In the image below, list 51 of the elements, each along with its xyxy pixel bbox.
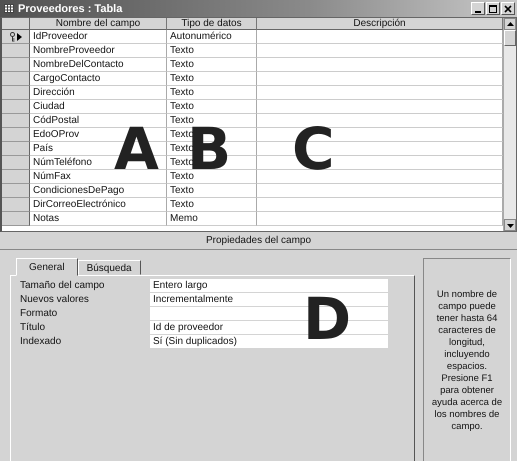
property-label: Tamaño del campo (19, 280, 106, 291)
key-icon (9, 32, 16, 42)
property-label: Indexado (19, 336, 62, 347)
window-title: Proveedores : Tabla (18, 2, 124, 14)
table-cell: Memo (167, 212, 257, 226)
property-label: Nuevos valores (19, 294, 90, 305)
tab[interactable]: General (16, 258, 78, 276)
tab[interactable]: Búsqueda (78, 260, 141, 275)
table-cell: Texto (167, 100, 257, 114)
table-cell: Texto (167, 170, 257, 184)
table-cell: IdProveedor (30, 30, 167, 44)
scroll-thumb[interactable] (504, 30, 516, 46)
help-text: Un nombre de campo puede tener hasta 64 caracteres de longitud, incluyendo espacios. Presione F1 para obtener ayuda acerca de los nombres de campo. (431, 288, 503, 432)
table-cell: NombreDelContacto (30, 58, 167, 72)
table-cell: Dirección (30, 86, 167, 100)
table-cell: DirCorreoElectrónico (30, 198, 167, 212)
table-cell: Texto (167, 114, 257, 128)
scroll-down-icon[interactable] (504, 219, 516, 231)
current-row-icon (17, 32, 22, 40)
table-cell: NúmFax (30, 170, 167, 184)
table-cell: Texto (167, 86, 257, 100)
minimize-icon (475, 10, 481, 12)
maximize-icon (489, 4, 497, 12)
property-label: Formato (19, 308, 58, 319)
property-label: Título (19, 322, 46, 333)
corner-header[interactable] (2, 18, 30, 30)
scroll-up-icon[interactable] (504, 18, 516, 30)
callout-letter: C (292, 120, 335, 178)
minimize-button[interactable] (471, 2, 485, 15)
column-header[interactable]: Tipo de datos (167, 18, 257, 30)
table-cell: Ciudad (30, 100, 167, 114)
table-cell: NombreProveedor (30, 44, 167, 58)
table-cell: Texto (167, 72, 257, 86)
table-cell: CódPostal (30, 114, 167, 128)
table-cell: Autonumérico (167, 30, 257, 44)
table-cell: Texto (167, 58, 257, 72)
close-icon (504, 4, 512, 12)
table-cell: Texto (167, 198, 257, 212)
maximize-button[interactable] (486, 2, 500, 15)
table-cell: CondicionesDePago (30, 184, 167, 198)
close-button[interactable] (501, 2, 515, 15)
scrollbar[interactable] (503, 18, 516, 231)
property-field[interactable]: Entero largo (150, 279, 388, 292)
table-icon (4, 4, 14, 13)
table-cell: Notas (30, 212, 167, 226)
table-cell: CargoContacto (30, 72, 167, 86)
column-header[interactable]: Descripción (257, 18, 503, 30)
column-header[interactable]: Nombre del campo (30, 18, 167, 30)
row-selector[interactable] (2, 30, 30, 44)
table-cell: Texto (167, 44, 257, 58)
table-cell: Texto (167, 184, 257, 198)
